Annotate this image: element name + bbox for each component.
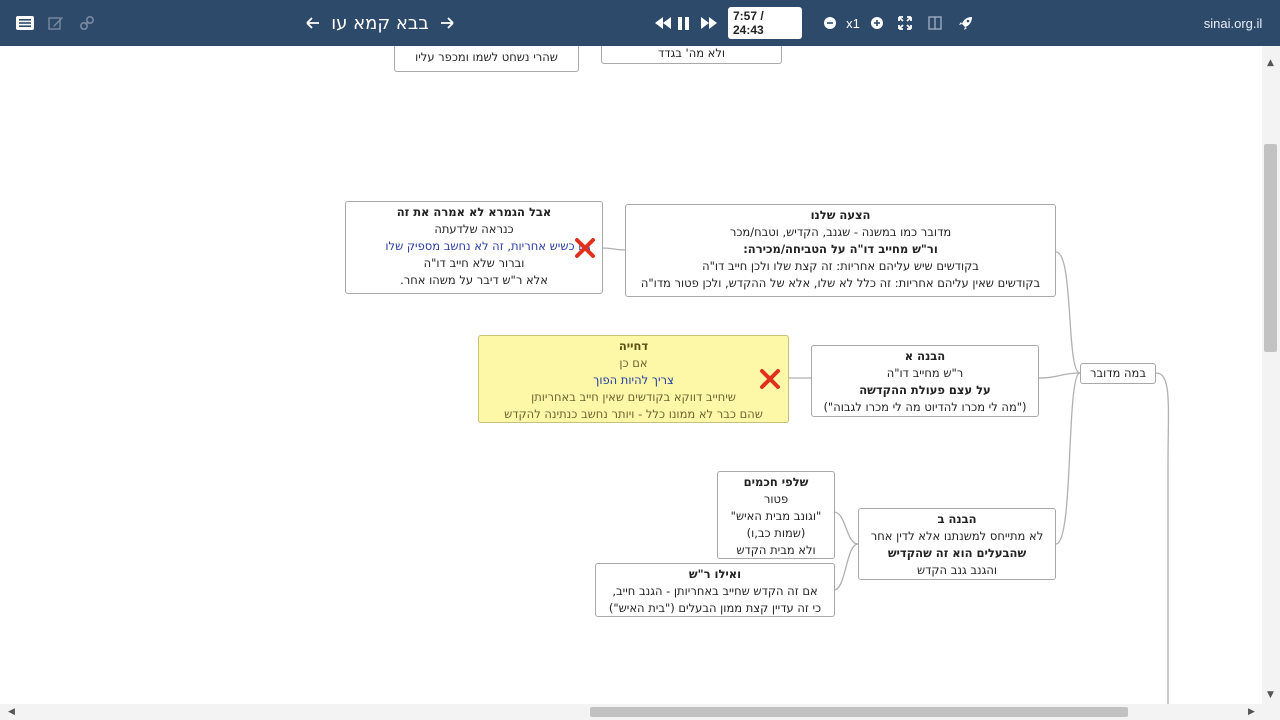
node-top-left[interactable]: שהרי נשחט לשמו ומכפר עליו: [394, 46, 579, 72]
node-rejection[interactable]: דחייה אם כן צריך להיות הפוך שיחייב דווקא…: [478, 335, 789, 423]
node-top-right-line: ולא מה' בגדד: [657, 46, 726, 60]
scroll-down-icon[interactable]: ▼: [1267, 690, 1274, 700]
fast-forward-icon[interactable]: [698, 0, 720, 46]
scroll-left-icon[interactable]: ◀: [8, 707, 15, 717]
edit-icon[interactable]: [44, 0, 68, 46]
page-title: בבא קמא עו: [330, 0, 430, 46]
node-objection[interactable]: אבל הגמרא לא אמרה את זה כנראה שלדעתה גם …: [345, 201, 603, 294]
horizontal-scroll-thumb[interactable]: [590, 707, 1128, 717]
node-option-b-line-3: והגנב גנב הקדש: [916, 563, 998, 577]
node-option-a[interactable]: הבנה א ר"ש מחייב דו"ה על עצם פעולת ההקדש…: [811, 345, 1039, 417]
node-sages-line-2: "וגונב מבית האיש": [730, 509, 822, 523]
horizontal-scrollbar[interactable]: ◀ ▶: [0, 704, 1262, 720]
node-sages-title: שלפי חכמים: [743, 475, 809, 489]
node-top-right[interactable]: ולא מה' בגדד: [601, 46, 782, 64]
node-rs-line-2: כי זה עדיין קצת ממון הבעלים ("בית האיש"): [608, 601, 822, 615]
x-mark-icon: [760, 369, 780, 389]
link-root-option-a: [1037, 372, 1081, 379]
node-option-b[interactable]: הבנה ב לא מתייחס למשנתנו אלא לדין אחר שה…: [858, 508, 1056, 580]
node-option-a-title: הבנה א: [904, 349, 946, 363]
node-rs-title: ואילו ר"ש: [688, 567, 742, 581]
zoom-out-icon[interactable]: [820, 0, 840, 46]
top-toolbar: בבא קמא עו 7:57 / 24:43 x1 sinai.org.il: [0, 0, 1280, 46]
node-root[interactable]: במה מדובר: [1080, 363, 1156, 384]
x-mark-icon: [575, 238, 595, 258]
zoom-level: x1: [842, 0, 864, 46]
scroll-up-icon[interactable]: ▲: [1267, 58, 1274, 68]
node-option-a-line-1: ר"ש מחייב דו"ה: [886, 366, 964, 380]
node-root-label: במה מדובר: [1090, 366, 1146, 380]
scroll-right-icon[interactable]: ▶: [1248, 707, 1255, 717]
link-option-b-sages: [833, 511, 859, 545]
node-objection-line-1: כנראה שלדעתה: [434, 222, 514, 236]
node-option-b-line-2: שהבעלים הוא זה שהקדיש: [887, 546, 1027, 560]
node-option-a-line-2: על עצם פעולת ההקדשה: [859, 383, 991, 397]
page-title-text: בבא קמא עו: [331, 12, 429, 34]
split-view-icon[interactable]: [924, 0, 946, 46]
node-objection-line-4: אלא ר"ש דיבר על משהו אחר.: [400, 273, 548, 287]
vertical-scroll-thumb[interactable]: [1264, 144, 1277, 352]
rocket-icon[interactable]: [954, 0, 976, 46]
node-sages-line-3: (שמות כב,ו): [746, 526, 806, 540]
node-sages[interactable]: שלפי חכמים פטור "וגונב מבית האיש" (שמות …: [717, 471, 835, 559]
zoom-in-icon[interactable]: [867, 0, 887, 46]
fullscreen-icon[interactable]: [894, 0, 916, 46]
node-proposal-line-2: ור"ש מחייב דו"ה על הטביחה/מכירה:: [743, 242, 938, 256]
site-label-text: sinai.org.il: [1203, 15, 1263, 31]
node-rejection-line-3: שיחייב דווקא בקודשים שאין חייב באחריותן: [531, 390, 736, 404]
node-rejection-line-1: אם כן: [619, 356, 648, 370]
node-option-b-line-1: לא מתייחס למשנתנו אלא לדין אחר: [870, 529, 1044, 543]
node-option-b-title: הבנה ב: [937, 512, 977, 526]
node-proposal-title: הצעה שלנו: [810, 208, 871, 222]
link-option-b-rs: [833, 543, 859, 591]
node-sages-line-1: פטור: [763, 492, 789, 506]
mindmap-canvas[interactable]: שהרי נשחט לשמו ומכפר עליו ולא מה' בגדד ה…: [0, 46, 1262, 704]
node-proposal-line-3: בקודשים שיש עליהם אחריות: זה קצת שלו ולכ…: [702, 259, 979, 273]
node-sages-line-4: ולא מבית הקדש: [736, 543, 816, 557]
link-root-proposal: [1055, 251, 1081, 374]
node-objection-line-3: וברור שלא חייב דו"ה: [423, 256, 525, 270]
link-root-option-b: [1055, 372, 1081, 545]
link-icon[interactable]: [74, 0, 100, 46]
scrollbar-corner: [1262, 704, 1280, 720]
link-root-trunk: [1155, 372, 1170, 704]
node-proposal-line-1: מדובר כמו במשנה - שגנב, הקדיש, וטבח/מכר: [729, 225, 952, 239]
node-proposal[interactable]: הצעה שלנו מדובר כמו במשנה - שגנב, הקדיש,…: [625, 204, 1056, 297]
pause-icon[interactable]: [675, 0, 693, 46]
arrow-right-icon[interactable]: [436, 0, 458, 46]
site-label[interactable]: sinai.org.il: [1196, 0, 1270, 46]
node-rejection-title: דחייה: [618, 339, 649, 353]
node-rejection-line-4: שהם כבר לא ממונו כלל - ויותר נחשב כנתינה…: [504, 407, 763, 421]
node-top-left-line: שהרי נשחט לשמו ומכפר עליו: [415, 50, 558, 64]
vertical-scrollbar[interactable]: ▲ ▼: [1262, 46, 1280, 704]
time-text: 7:57 / 24:43: [728, 7, 802, 39]
menu-icon[interactable]: [12, 0, 38, 46]
node-proposal-line-4: בקודשים שאין עליהם אחריות: זה כלל לא שלו…: [640, 276, 1041, 290]
arrow-left-icon[interactable]: [302, 0, 324, 46]
link-proposal-objection: [601, 247, 627, 251]
node-option-a-line-3: ("מה לי מכרו להדיוט מה לי מכרו לגבוה"): [823, 400, 1027, 414]
time-display: 7:57 / 24:43: [728, 0, 802, 46]
node-rs[interactable]: ואילו ר"ש אם זה הקדש שחייב באחריותן - הג…: [595, 563, 835, 617]
rewind-icon[interactable]: [652, 0, 674, 46]
node-objection-line-2: גם כשיש אחריות, זה לא נחשב מספיק שלו: [385, 239, 591, 253]
node-rs-line-1: אם זה הקדש שחייב באחריותן - הגנב חייב,: [612, 584, 818, 598]
node-rejection-line-2: צריך להיות הפוך: [593, 373, 674, 387]
node-objection-title: אבל הגמרא לא אמרה את זה: [396, 205, 552, 219]
zoom-level-text: x1: [846, 15, 860, 31]
